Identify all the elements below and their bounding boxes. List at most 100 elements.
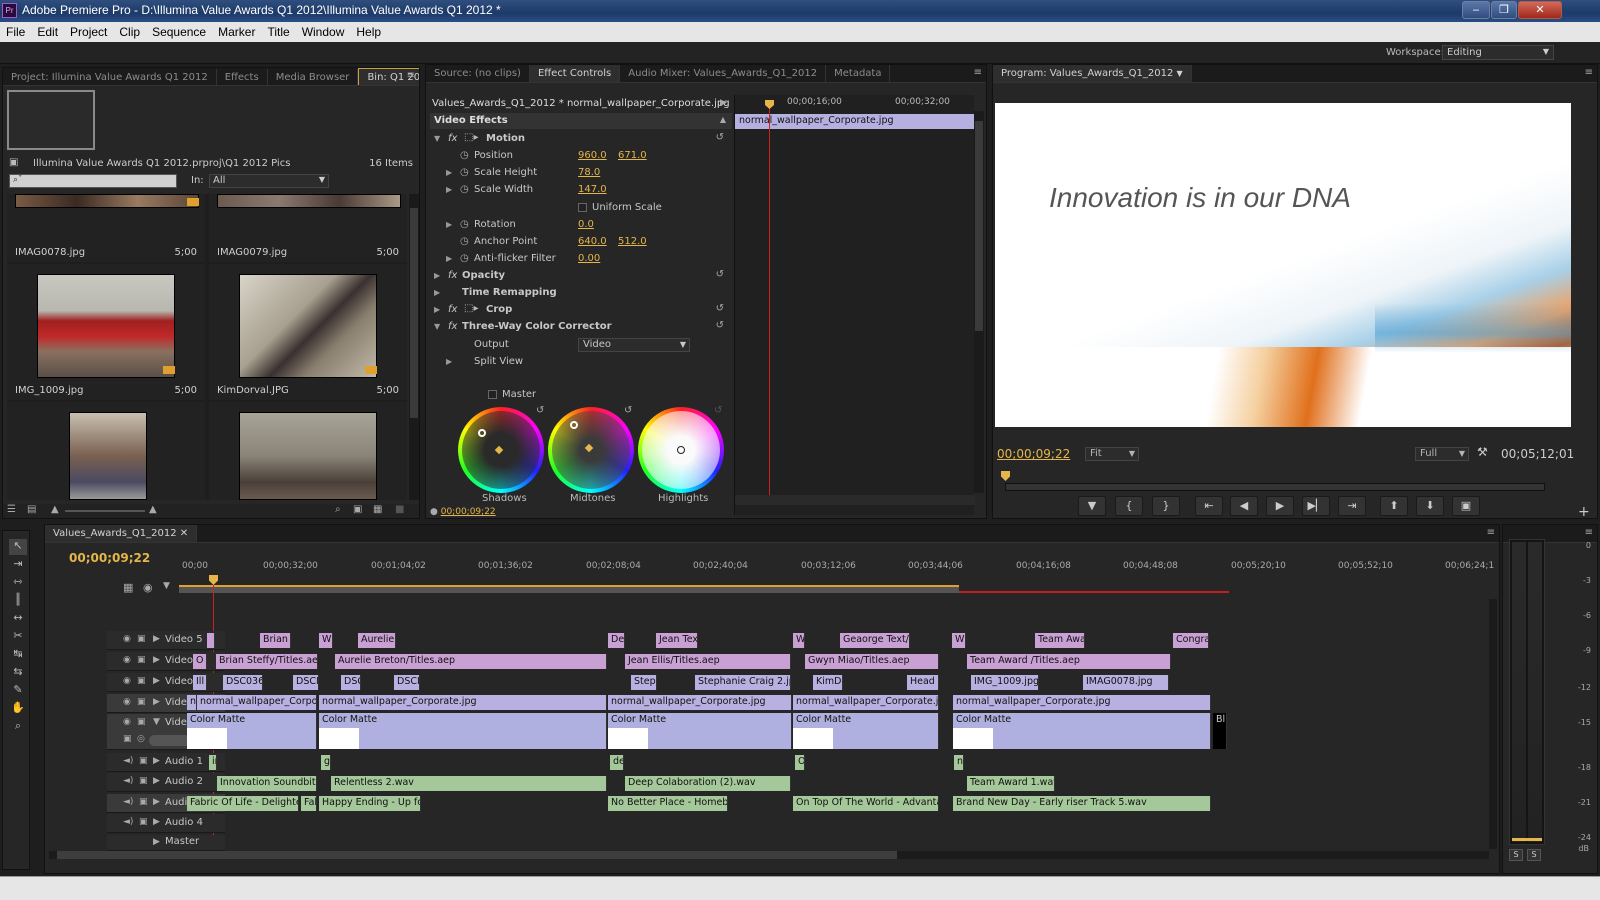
rolling-edit-tool-icon[interactable]: ║ (9, 593, 27, 609)
antiflicker-value[interactable]: 0.00 (578, 253, 600, 264)
tab-sequence[interactable]: Values_Awards_Q1_2012 ✕ (45, 525, 198, 542)
reset-icon[interactable]: ↺ (716, 132, 724, 143)
effect-scrollbar[interactable] (974, 111, 984, 493)
timeline-v-scrollbar[interactable] (1489, 599, 1497, 849)
step-back-button[interactable]: ◀ (1230, 496, 1258, 516)
timeline-clip[interactable]: Head (907, 675, 939, 690)
expand-icon[interactable]: ▶ (153, 676, 160, 686)
timeline-clip[interactable]: W (793, 633, 805, 648)
timeline-clip[interactable]: KimDc (813, 675, 843, 690)
expand-icon[interactable]: ▶ (153, 697, 160, 707)
export-frame-button[interactable]: ▣ (1452, 496, 1480, 516)
timeline-clip[interactable]: Brian Steffy/Titles.aep (216, 654, 318, 669)
eye-icon[interactable]: ◉ (123, 697, 131, 707)
expand-icon[interactable]: ▶ (153, 776, 160, 786)
program-timecode[interactable]: 00;00;09;22 (997, 447, 1070, 461)
timeline-scrollbar[interactable] (49, 851, 1489, 859)
lock-icon[interactable]: ▣ (139, 797, 148, 807)
selection-tool-icon[interactable]: ↖ (9, 539, 27, 555)
stopwatch-icon[interactable]: ◷ (460, 219, 469, 230)
snap-icon[interactable]: ▦ (123, 581, 133, 594)
wrench-icon[interactable]: ⚒ (1477, 445, 1488, 459)
track-select-tool-icon[interactable]: ⇥ (9, 557, 27, 573)
menu-title[interactable]: Title (261, 22, 295, 39)
timeline-clip[interactable]: No Better Place - Homebou (608, 796, 728, 811)
mini-scrollbar[interactable] (735, 495, 975, 505)
new-item-icon[interactable]: ▦ (373, 504, 382, 515)
tab-effect-controls[interactable]: Effect Controls (529, 65, 621, 82)
rate-stretch-tool-icon[interactable]: ↔ (9, 611, 27, 627)
tl-clip[interactable]: normal_wallpaper_Corporate.jpg (735, 114, 975, 129)
full-dropdown[interactable]: Full ▼ (1415, 447, 1469, 461)
timeline-timecode[interactable]: 00;00;09;22 (69, 551, 150, 565)
motion-row[interactable]: ▼ fx ⬚▸ Motion ↺ (426, 131, 732, 148)
timeline-clip[interactable]: normal_wallpaper_Corporate.jpg (953, 695, 1211, 710)
timeline-clip[interactable]: Color Matte (319, 713, 607, 749)
effect-mini-timeline[interactable]: 00;00;16;00 00;00;32;00 normal_wallpaper… (734, 95, 975, 515)
expand-icon[interactable]: ▶ (153, 837, 160, 847)
menu-edit[interactable]: Edit (31, 22, 64, 39)
zoom-tool-icon[interactable]: ⌕ (9, 719, 27, 735)
timeline-clip[interactable]: de (610, 755, 624, 770)
slide-tool-icon[interactable]: ⇆ (9, 665, 27, 681)
menu-project[interactable]: Project (64, 22, 113, 39)
extract-button[interactable]: ⬇ (1416, 496, 1444, 516)
time-ruler[interactable]: 00;00 00;00;32;00 00;01;04;02 00;01;36;0… (179, 553, 1494, 597)
expand-icon[interactable]: ▶ (446, 254, 452, 263)
tab-effects[interactable]: Effects (217, 69, 268, 85)
timeline-clip[interactable]: W (952, 633, 966, 648)
step-forward-button[interactable]: ▶▏ (1302, 496, 1330, 516)
chevron-right-icon[interactable]: ▶ (720, 98, 727, 108)
track-header-video4[interactable]: ◉ ▣ ▶ Video 4 (107, 652, 225, 671)
work-area-bar[interactable] (179, 585, 959, 593)
timeline-clip[interactable]: normal_wallpaper_Corporat (197, 695, 317, 710)
program-scrubber[interactable] (1005, 483, 1545, 491)
timeline-clip[interactable]: O (795, 755, 805, 770)
menu-marker[interactable]: Marker (212, 22, 261, 39)
timeline-clip[interactable]: IMG_1009.jpg (971, 675, 1039, 690)
lock-icon[interactable]: ▣ (137, 697, 146, 707)
timeline-clip[interactable]: ir (209, 755, 217, 770)
close-icon[interactable]: ✕ (1518, 1, 1562, 19)
timeline-clip[interactable]: Fal (301, 796, 317, 811)
eye-icon[interactable]: ◉ (123, 634, 131, 644)
search-input[interactable]: ⌕ˇ (9, 174, 177, 188)
timeline-clip[interactable]: W (319, 633, 333, 648)
go-to-in-button[interactable]: ⇤ (1195, 496, 1223, 516)
playhead-icon[interactable] (765, 100, 774, 109)
add-marker-icon[interactable]: ▼ (163, 581, 170, 591)
lock-icon[interactable]: ▣ (137, 676, 146, 686)
midtones-wheel[interactable] (548, 407, 634, 493)
lock-icon[interactable]: ▣ (137, 634, 146, 644)
lock-icon[interactable]: ▣ (137, 655, 146, 665)
tab-source[interactable]: Source: (no clips) (426, 65, 530, 82)
timeline-clip[interactable]: On Top Of The World - Advantage (793, 796, 939, 811)
scroll-thumb[interactable] (410, 208, 418, 418)
list-item[interactable]: IMAG0079.jpg 5;00 (209, 194, 407, 262)
lift-button[interactable]: ⬆ (1380, 496, 1408, 516)
expand-icon[interactable]: ▶ (153, 655, 160, 665)
expand-icon[interactable]: ▶ (446, 220, 452, 229)
panel-menu-icon[interactable]: ≡ (974, 67, 982, 78)
reset-icon[interactable]: ↺ (716, 303, 724, 314)
menu-sequence[interactable]: Sequence (146, 22, 212, 39)
twcc-row[interactable]: ▼ fx Three-Way Color Corrector ↺ (426, 319, 732, 336)
new-bin-icon[interactable]: ▣ (353, 504, 362, 515)
expand-icon[interactable]: ▶ (446, 357, 452, 366)
marker-icon[interactable]: ◉ (143, 581, 153, 594)
anchor-x[interactable]: 640.0 (578, 236, 607, 247)
find-icon[interactable]: ⌕ (335, 504, 341, 515)
lock-icon[interactable]: ▣ (139, 776, 148, 786)
speaker-icon[interactable]: ◄) (123, 776, 133, 786)
timeline-clip[interactable]: Happy Ending - Up for (319, 796, 421, 811)
expand-icon[interactable]: ▶ (153, 797, 160, 807)
timeline-clip[interactable]: Stepl (631, 675, 657, 690)
timeline-clip[interactable]: normal_wallpaper_Corporate.jpg (793, 695, 939, 710)
timeline-clip[interactable]: n (187, 695, 197, 710)
razor-tool-icon[interactable]: ✂ (9, 629, 27, 645)
expand-icon[interactable]: ▶ (434, 288, 440, 297)
timeline-clip[interactable]: DSC (341, 675, 361, 690)
expand-icon[interactable]: ▶ (446, 168, 452, 177)
add-button-icon[interactable]: + (1578, 504, 1590, 520)
expand-icon[interactable]: ▶ (153, 634, 160, 644)
